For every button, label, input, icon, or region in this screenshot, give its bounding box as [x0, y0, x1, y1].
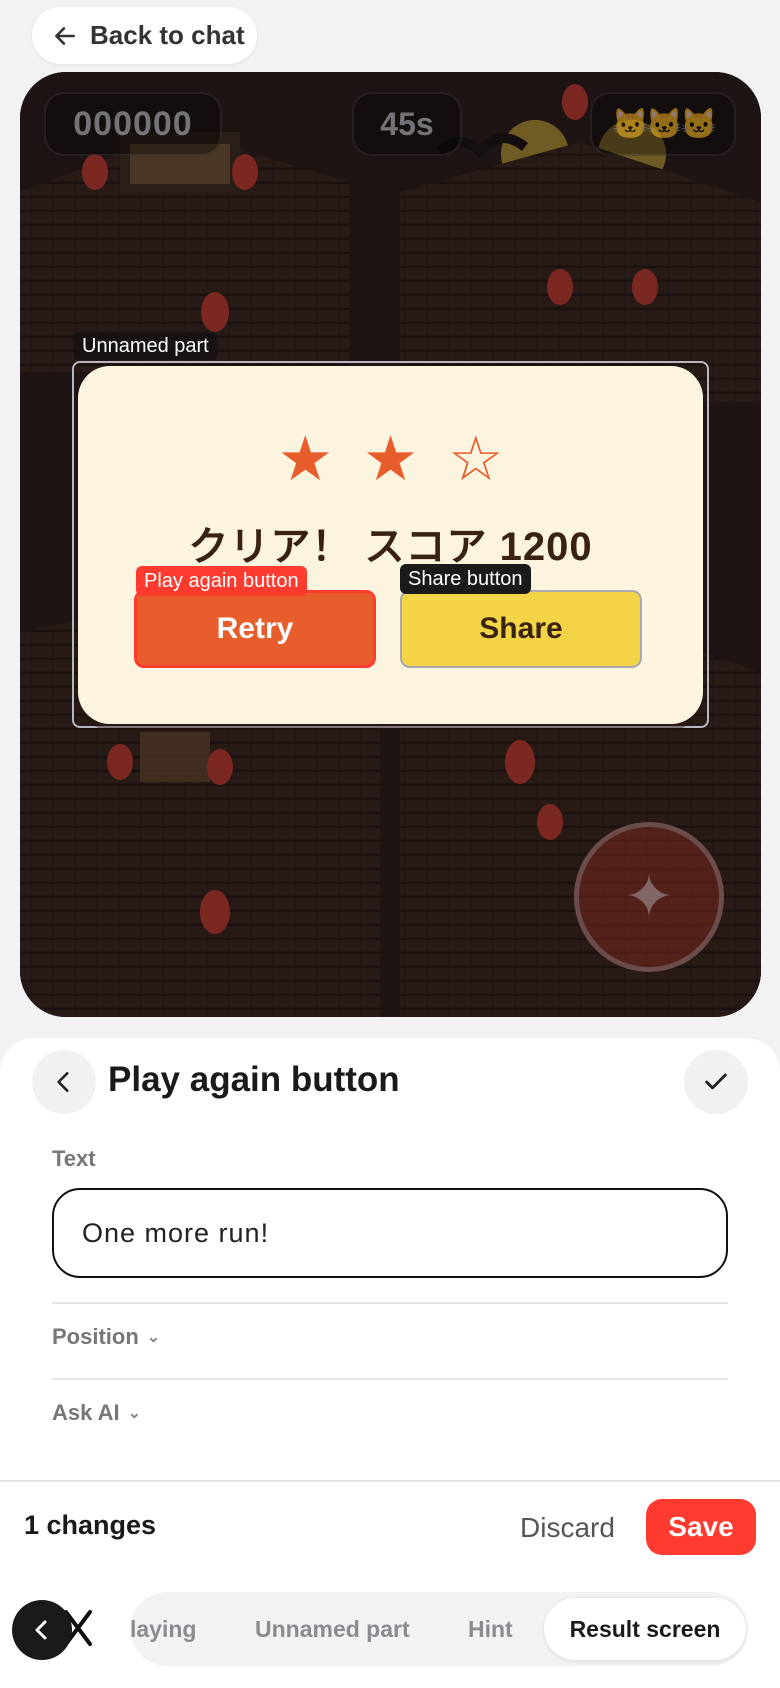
timer-display: 45s — [352, 92, 462, 156]
text-field-input[interactable] — [52, 1188, 728, 1278]
star-rating: ★ ★ ☆ — [78, 422, 703, 495]
tab-unnamed-part[interactable]: Unnamed part — [255, 1592, 410, 1666]
chevron-left-icon — [57, 1072, 69, 1092]
back-to-chat-label: Back to chat — [90, 20, 245, 50]
tab-playing[interactable]: laying — [130, 1592, 196, 1666]
star-filled-icon: ★ — [362, 425, 419, 494]
sparkle-icon: ✦ — [623, 863, 675, 930]
discard-button[interactable]: Discard — [520, 1512, 615, 1544]
share-button[interactable]: Share — [400, 590, 642, 668]
ask-ai-label: Ask AI — [52, 1400, 120, 1425]
back-to-chat-button[interactable]: Back to chat — [32, 7, 257, 64]
chevron-left-icon — [35, 1620, 47, 1640]
tab-hint[interactable]: Hint — [468, 1592, 513, 1666]
changes-count: 1 changes — [24, 1510, 157, 1540]
confirm-button[interactable] — [684, 1050, 748, 1114]
result-score-text: クリア！ スコア 1200 — [188, 525, 593, 569]
panel-back-button[interactable] — [32, 1050, 96, 1114]
tab-result-screen[interactable]: Result screen — [544, 1598, 746, 1660]
sparkle-action-button[interactable]: ✦ — [574, 822, 724, 972]
check-icon — [705, 1073, 727, 1090]
game-preview: 000000 45s 🐱🐱🐱 ✦ Unnamed part ★ ★ ☆ クリア！… — [20, 72, 761, 1017]
retry-button[interactable]: Retry — [134, 590, 376, 668]
divider — [52, 1302, 728, 1304]
chevron-down-icon: ⌄ — [146, 1329, 161, 1346]
star-filled-icon: ★ — [277, 425, 334, 494]
score-display: 000000 — [44, 92, 222, 156]
save-bar: 1 changes Discard Save — [0, 1480, 780, 1574]
scroll-left-button[interactable] — [12, 1600, 72, 1660]
divider — [52, 1378, 728, 1380]
arrow-left-icon — [55, 26, 75, 45]
text-field-label: Text — [52, 1146, 96, 1171]
position-label: Position — [52, 1324, 139, 1349]
ask-ai-accordion[interactable]: Ask AI ⌄ — [52, 1400, 141, 1426]
lives-cat-icons: 🐱🐱🐱 — [590, 92, 736, 156]
star-empty-icon: ☆ — [447, 425, 504, 494]
panel-title: Play again button — [108, 1060, 400, 1099]
unnamed-part-tag: Unnamed part — [74, 332, 217, 360]
play-again-button-tag: Play again button — [136, 566, 307, 596]
screen-tab-bar: laying Unnamed part Hint Result screen — [0, 1572, 780, 1688]
screen-tabs: laying Unnamed part Hint Result screen — [130, 1592, 748, 1666]
chevron-down-icon: ⌄ — [127, 1405, 142, 1422]
result-card: ★ ★ ☆ クリア！ スコア 1200 Retry Share Play aga… — [78, 366, 703, 724]
position-accordion[interactable]: Position ⌄ — [52, 1324, 160, 1350]
share-button-tag: Share button — [400, 564, 531, 594]
save-button[interactable]: Save — [646, 1499, 756, 1555]
